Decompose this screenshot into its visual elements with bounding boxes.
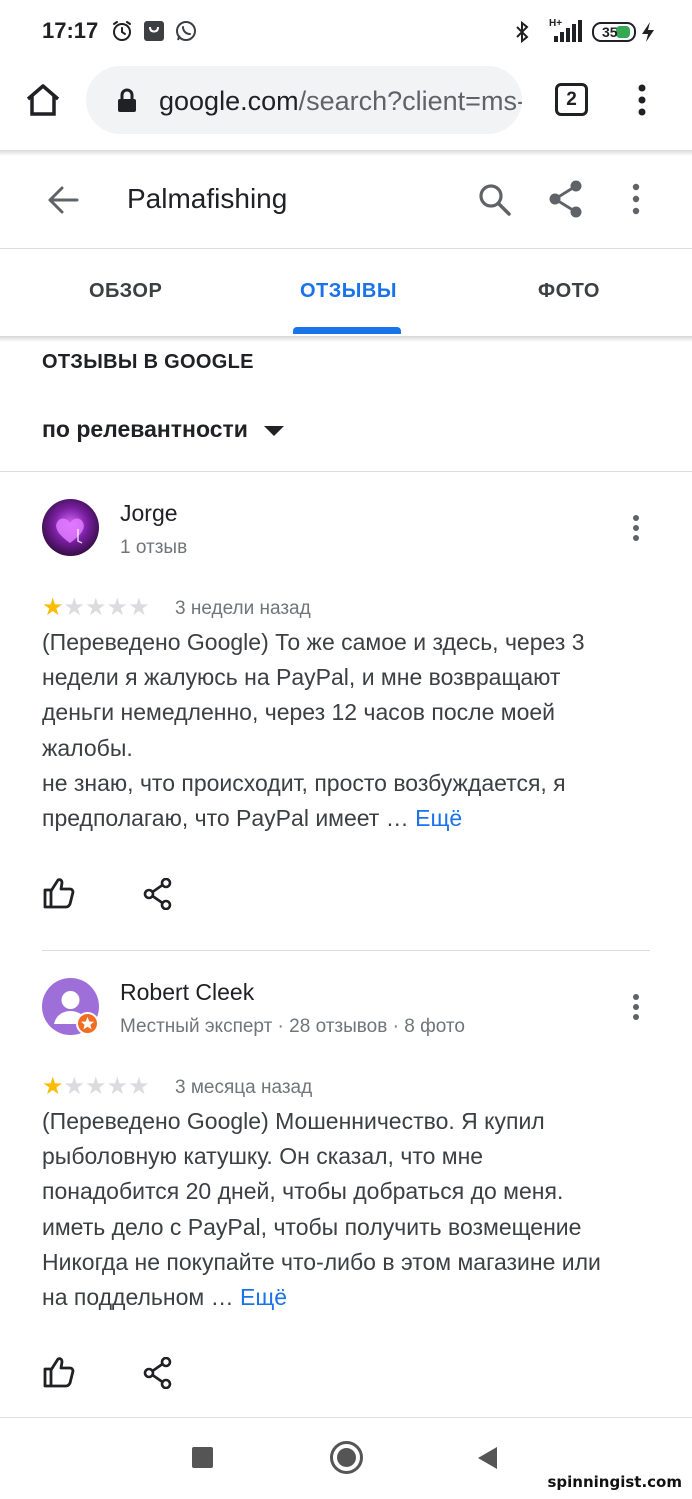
header-divider bbox=[0, 248, 692, 249]
local-guide-badge-icon bbox=[76, 1012, 99, 1035]
url-path: /search?client=ms-android-xiaomi bbox=[298, 86, 522, 116]
read-more-link[interactable]: Ещё bbox=[240, 1284, 287, 1310]
share-review-icon[interactable] bbox=[143, 878, 173, 910]
star-empty-icon: ★ bbox=[63, 1073, 86, 1100]
place-title: Palmafishing bbox=[127, 183, 288, 214]
tab-overview[interactable]: ОБЗОР bbox=[89, 280, 162, 303]
star-empty-icon: ★ bbox=[106, 1073, 129, 1100]
heart-image-icon bbox=[56, 518, 84, 544]
star-filled-icon: ★ bbox=[42, 1073, 64, 1100]
watermark: spinningist.com bbox=[547, 1473, 683, 1491]
star-rating: ★★★★★ bbox=[42, 596, 150, 620]
url-host: google.com bbox=[159, 86, 299, 116]
star-empty-icon: ★ bbox=[128, 1073, 150, 1100]
battery-level: 35 bbox=[602, 24, 618, 40]
battery-icon: 35 bbox=[592, 22, 636, 42]
back-button[interactable] bbox=[476, 1446, 498, 1470]
star-empty-icon: ★ bbox=[85, 1073, 107, 1100]
review-text: (Переведено Google) Мошенничество. Я куп… bbox=[42, 1104, 617, 1315]
tab-bar: ОБЗОР ОТЗЫВЫ ФОТО bbox=[0, 250, 692, 336]
back-arrow-icon[interactable] bbox=[46, 184, 80, 216]
tabs-shadow bbox=[0, 336, 692, 342]
review-body: (Переведено Google) То же самое и здесь,… bbox=[42, 629, 585, 832]
review-date: 3 недели назад bbox=[175, 598, 311, 619]
sort-dropdown[interactable]: по релевантности bbox=[42, 416, 248, 443]
place-overflow-menu-icon[interactable] bbox=[624, 182, 648, 218]
tab-photos[interactable]: ФОТО bbox=[538, 280, 600, 303]
like-icon[interactable] bbox=[42, 1355, 76, 1389]
star-filled-icon: ★ bbox=[42, 594, 64, 621]
review-body: (Переведено Google) Мошенничество. Я куп… bbox=[42, 1108, 601, 1311]
search-icon[interactable] bbox=[477, 182, 513, 218]
review-divider bbox=[42, 950, 650, 951]
like-icon[interactable] bbox=[42, 876, 76, 910]
share-icon[interactable] bbox=[548, 180, 584, 218]
review-menu-icon[interactable] bbox=[622, 510, 650, 546]
review-author-meta: Местный эксперт · 28 отзывов · 8 фото bbox=[120, 1016, 465, 1037]
address-bar[interactable]: google.com/search?client=ms-android-xiao… bbox=[86, 66, 522, 134]
review-text: (Переведено Google) То же самое и здесь,… bbox=[42, 625, 622, 836]
place-header: Palmafishing bbox=[0, 156, 692, 248]
shopping-bag-icon bbox=[144, 21, 164, 41]
review-menu-icon[interactable] bbox=[622, 989, 650, 1025]
reviews-section-title: ОТЗЫВЫ В GOOGLE bbox=[42, 351, 254, 373]
alarm-icon bbox=[113, 21, 131, 41]
bluetooth-icon bbox=[516, 20, 529, 44]
read-more-link[interactable]: Ещё bbox=[415, 805, 462, 831]
review-author[interactable]: Robert Cleek bbox=[120, 979, 254, 1006]
star-empty-icon: ★ bbox=[128, 594, 150, 621]
avatar[interactable] bbox=[42, 978, 99, 1035]
home-button[interactable] bbox=[330, 1441, 363, 1474]
review-author[interactable]: Jorge bbox=[120, 500, 178, 527]
charging-icon bbox=[642, 22, 654, 42]
review-author-meta: 1 отзыв bbox=[120, 537, 188, 558]
signal-icon bbox=[554, 20, 582, 42]
tab-reviews[interactable]: ОТЗЫВЫ bbox=[300, 280, 397, 303]
star-rating: ★★★★★ bbox=[42, 1075, 150, 1099]
tab-switcher-button[interactable]: 2 bbox=[555, 83, 588, 116]
share-review-icon[interactable] bbox=[143, 1357, 173, 1389]
active-tab-indicator bbox=[293, 327, 401, 334]
sort-divider bbox=[0, 471, 692, 472]
star-empty-icon: ★ bbox=[106, 594, 129, 621]
avatar[interactable] bbox=[42, 499, 99, 556]
star-empty-icon: ★ bbox=[63, 594, 86, 621]
recents-button[interactable] bbox=[192, 1447, 213, 1468]
review-date: 3 месяца назад bbox=[175, 1077, 313, 1098]
browser-toolbar: google.com/search?client=ms-android-xiao… bbox=[0, 64, 692, 150]
dropdown-caret-icon[interactable] bbox=[264, 426, 284, 436]
url-text: google.com/search?client=ms-android-xiao… bbox=[159, 86, 522, 117]
whatsapp-icon bbox=[176, 21, 196, 41]
overflow-menu-icon[interactable] bbox=[630, 82, 654, 118]
star-empty-icon: ★ bbox=[85, 594, 107, 621]
home-icon[interactable] bbox=[24, 82, 62, 118]
tab-count: 2 bbox=[566, 89, 577, 110]
status-bar: 17:17 H+ 35 bbox=[0, 0, 692, 64]
lock-icon bbox=[118, 88, 136, 112]
status-time: 17:17 bbox=[42, 18, 99, 43]
